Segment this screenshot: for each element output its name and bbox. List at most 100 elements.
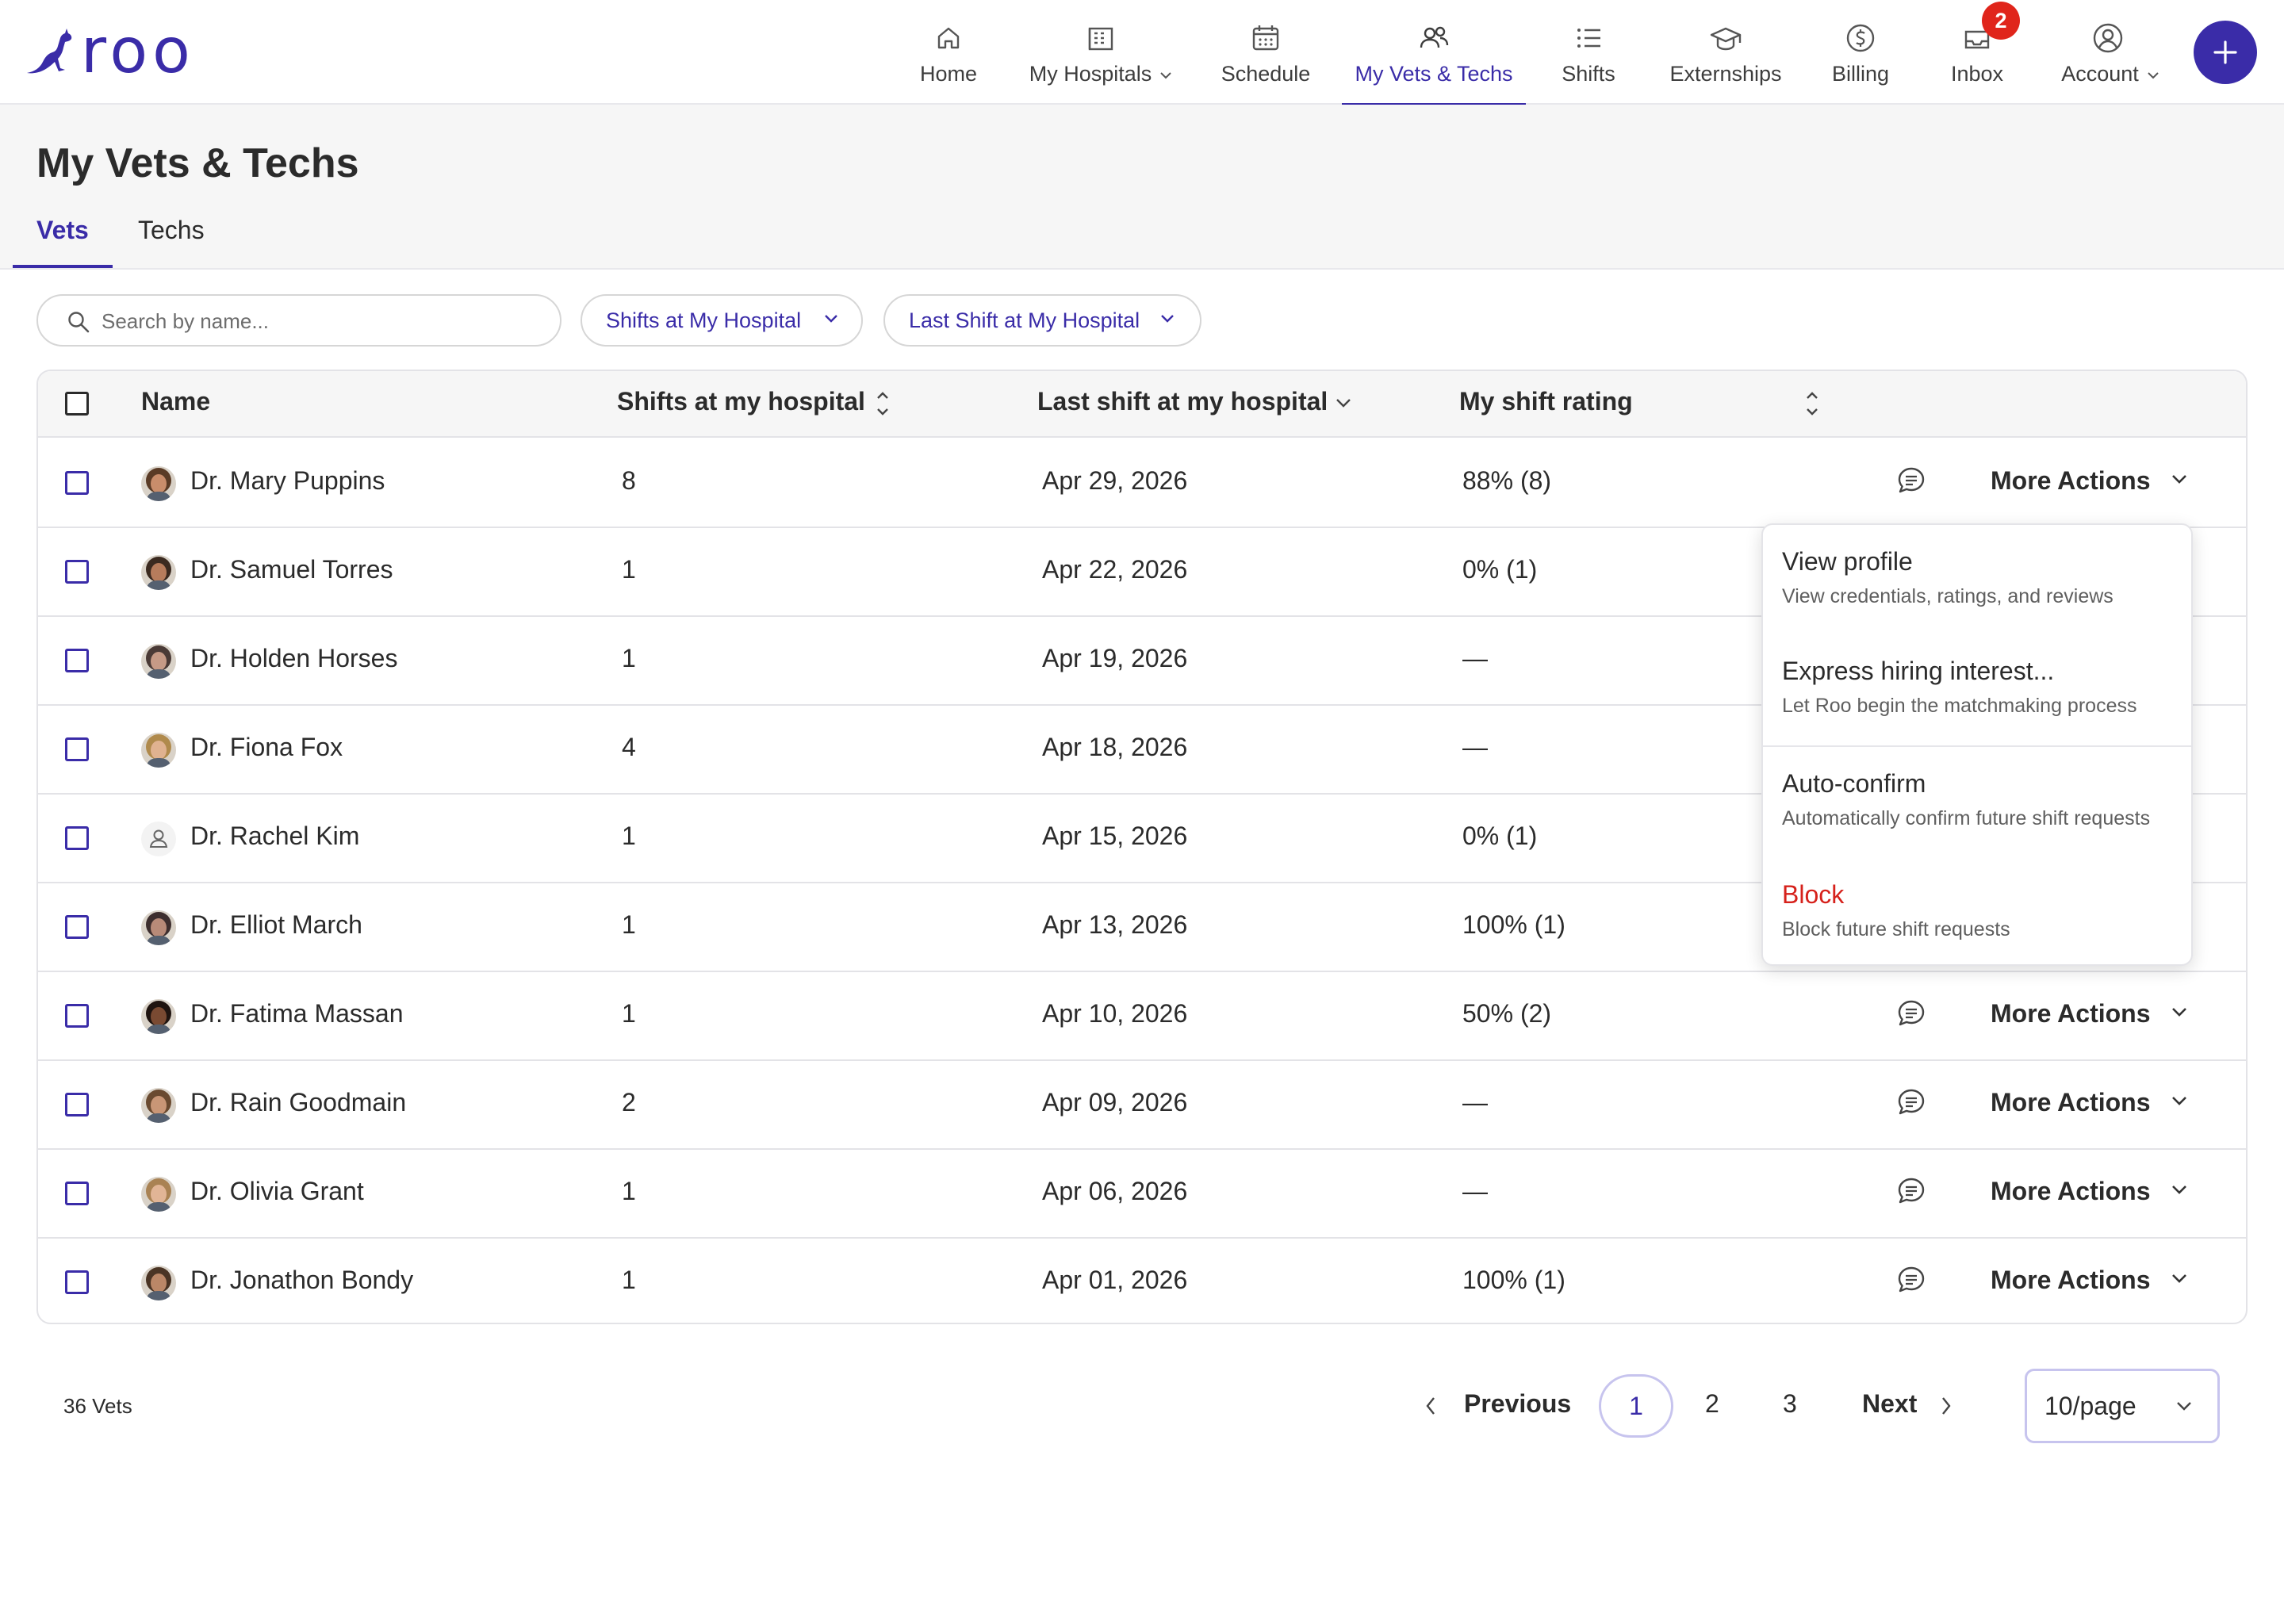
- results-count: 36 Vets: [63, 1394, 132, 1418]
- column-name[interactable]: Name: [141, 387, 210, 416]
- nav-inbox[interactable]: 2 Inbox: [1940, 0, 2020, 105]
- row-checkbox[interactable]: [65, 915, 89, 939]
- user-circle-icon: [2090, 21, 2125, 56]
- shifts-count: 1: [622, 910, 636, 939]
- chevron-down-icon: [2148, 72, 2159, 79]
- nav-home[interactable]: Home: [909, 0, 988, 105]
- table-row[interactable]: Dr. Olivia Grant 1 Apr 06, 2026 — More Actio…: [38, 1150, 2246, 1239]
- menu-item-subtitle: View credentials, ratings, and reviews: [1782, 585, 2113, 607]
- search-input[interactable]: [102, 305, 546, 337]
- column-shifts[interactable]: Shifts at my hospital: [617, 387, 865, 416]
- chat-icon[interactable]: [1895, 1086, 1927, 1122]
- avatar: [141, 733, 176, 768]
- menu-item-view-profile[interactable]: View profile View credentials, ratings, …: [1763, 525, 2191, 633]
- nav-externships[interactable]: Externships: [1664, 0, 1788, 105]
- vet-name[interactable]: Dr. Olivia Grant: [190, 1177, 364, 1206]
- nav-my-vets-techs[interactable]: My Vets & Techs: [1342, 0, 1526, 106]
- logo-text: roo: [81, 16, 195, 87]
- kangaroo-logo-icon: [27, 29, 72, 74]
- vet-name[interactable]: Dr. Elliot March: [190, 910, 362, 940]
- vet-name[interactable]: Dr. Rain Goodmain: [190, 1088, 406, 1117]
- row-checkbox[interactable]: [65, 1093, 89, 1116]
- more-actions-button[interactable]: More Actions: [1991, 999, 2186, 1028]
- shift-rating: —: [1462, 733, 1488, 761]
- row-checkbox[interactable]: [65, 1182, 89, 1205]
- next-page-button[interactable]: Next: [1862, 1389, 1917, 1419]
- row-checkbox[interactable]: [65, 826, 89, 850]
- vet-name[interactable]: Dr. Jonathon Bondy: [190, 1266, 413, 1295]
- shifts-count: 1: [622, 1266, 636, 1294]
- nav-inbox-label: Inbox: [1950, 62, 2004, 86]
- last-shift-filter-dropdown[interactable]: Last Shift at My Hospital: [883, 294, 1201, 347]
- more-actions-button[interactable]: More Actions: [1991, 466, 2186, 496]
- page-2-button[interactable]: 2: [1705, 1389, 1719, 1419]
- page-size-select[interactable]: 10/page: [2025, 1369, 2220, 1443]
- chat-icon[interactable]: [1895, 1264, 1927, 1300]
- menu-item-express-hiring-interest[interactable]: Express hiring interest... Let Roo begin…: [1763, 634, 2191, 744]
- avatar: [141, 1088, 176, 1123]
- roo-logo[interactable]: roo: [24, 16, 195, 87]
- more-actions-label: More Actions: [1991, 1266, 2151, 1294]
- chevron-left-icon[interactable]: [1423, 1394, 1439, 1418]
- dollar-icon: [1843, 21, 1878, 56]
- previous-page-button[interactable]: Previous: [1464, 1389, 1571, 1419]
- row-checkbox[interactable]: [65, 560, 89, 584]
- more-actions-button[interactable]: More Actions: [1991, 1266, 2186, 1295]
- shifts-count: 2: [622, 1088, 636, 1116]
- nav-my-hospitals[interactable]: My Hospitals: [1023, 0, 1178, 105]
- column-rating[interactable]: My shift rating: [1459, 387, 1633, 416]
- chat-icon[interactable]: [1895, 998, 1927, 1033]
- page-3-button[interactable]: 3: [1783, 1389, 1797, 1419]
- add-button[interactable]: [2194, 21, 2257, 84]
- shift-rating: —: [1462, 1088, 1488, 1116]
- sort-icon[interactable]: [1803, 387, 1821, 420]
- avatar: [141, 466, 176, 501]
- vet-name[interactable]: Dr. Fiona Fox: [190, 733, 343, 762]
- menu-item-subtitle: Automatically confirm future shift reque…: [1782, 807, 2151, 829]
- nav-schedule[interactable]: Schedule: [1218, 0, 1313, 105]
- nav-account-label-wrap: Account: [2054, 62, 2167, 86]
- nav-billing[interactable]: Billing: [1821, 0, 1900, 105]
- column-last-shift[interactable]: Last shift at my hospital: [1037, 387, 1328, 416]
- row-checkbox[interactable]: [65, 471, 89, 495]
- row-checkbox[interactable]: [65, 737, 89, 761]
- select-all-checkbox[interactable]: [65, 392, 89, 416]
- row-checkbox[interactable]: [65, 649, 89, 672]
- menu-item-title: Block: [1782, 880, 1845, 909]
- table-row[interactable]: Dr. Rain Goodmain 2 Apr 09, 2026 — More Acti…: [38, 1061, 2246, 1150]
- more-actions-button[interactable]: More Actions: [1991, 1177, 2186, 1206]
- vet-name[interactable]: Dr. Holden Horses: [190, 644, 397, 673]
- page-1-button[interactable]: 1: [1599, 1374, 1673, 1438]
- sort-icon[interactable]: [874, 387, 891, 420]
- shifts-filter-label: Shifts at My Hospital: [606, 308, 802, 332]
- tab-vets[interactable]: Vets: [36, 216, 89, 245]
- tab-techs[interactable]: Techs: [138, 216, 205, 245]
- shifts-filter-dropdown[interactable]: Shifts at My Hospital: [581, 294, 863, 347]
- top-navigation: roo Home My Hospitals Schedule My Vets &…: [0, 0, 2284, 106]
- table-row[interactable]: Dr. Fatima Massan 1 Apr 10, 2026 50% (2) Mor…: [38, 972, 2246, 1061]
- more-actions-button[interactable]: More Actions: [1991, 1088, 2186, 1117]
- table-row[interactable]: Dr. Mary Puppins 8 Apr 29, 2026 88% (8) More…: [38, 439, 2246, 528]
- chat-icon[interactable]: [1895, 1175, 1927, 1211]
- chat-icon[interactable]: [1895, 465, 1927, 500]
- chevron-down-icon[interactable]: [1334, 396, 1353, 409]
- nav-my-hospitals-label: My Hospitals: [1029, 62, 1152, 86]
- chevron-right-icon[interactable]: [1938, 1394, 1954, 1418]
- row-checkbox[interactable]: [65, 1004, 89, 1028]
- table-row[interactable]: Dr. Jonathon Bondy 1 Apr 01, 2026 100% (1) M…: [38, 1239, 2246, 1323]
- nav-account[interactable]: Account: [2054, 0, 2167, 105]
- vet-name[interactable]: Dr. Rachel Kim: [190, 822, 359, 851]
- menu-item-block[interactable]: Block Block future shift requests: [1763, 858, 2191, 966]
- shifts-count: 1: [622, 555, 636, 584]
- row-checkbox[interactable]: [65, 1270, 89, 1294]
- nav-my-vets-techs-label: My Vets & Techs: [1355, 62, 1513, 86]
- menu-item-auto-confirm[interactable]: Auto-confirm Automatically confirm futur…: [1763, 747, 2191, 856]
- vet-name[interactable]: Dr. Fatima Massan: [190, 999, 404, 1028]
- menu-item-title: Auto-confirm: [1782, 769, 1926, 798]
- vet-name[interactable]: Dr. Mary Puppins: [190, 466, 385, 496]
- nav-shifts[interactable]: Shifts: [1554, 0, 1623, 105]
- nav-billing-label: Billing: [1831, 62, 1890, 86]
- shift-rating: 50% (2): [1462, 999, 1552, 1028]
- plus-icon: [2213, 40, 2237, 64]
- vet-name[interactable]: Dr. Samuel Torres: [190, 555, 393, 584]
